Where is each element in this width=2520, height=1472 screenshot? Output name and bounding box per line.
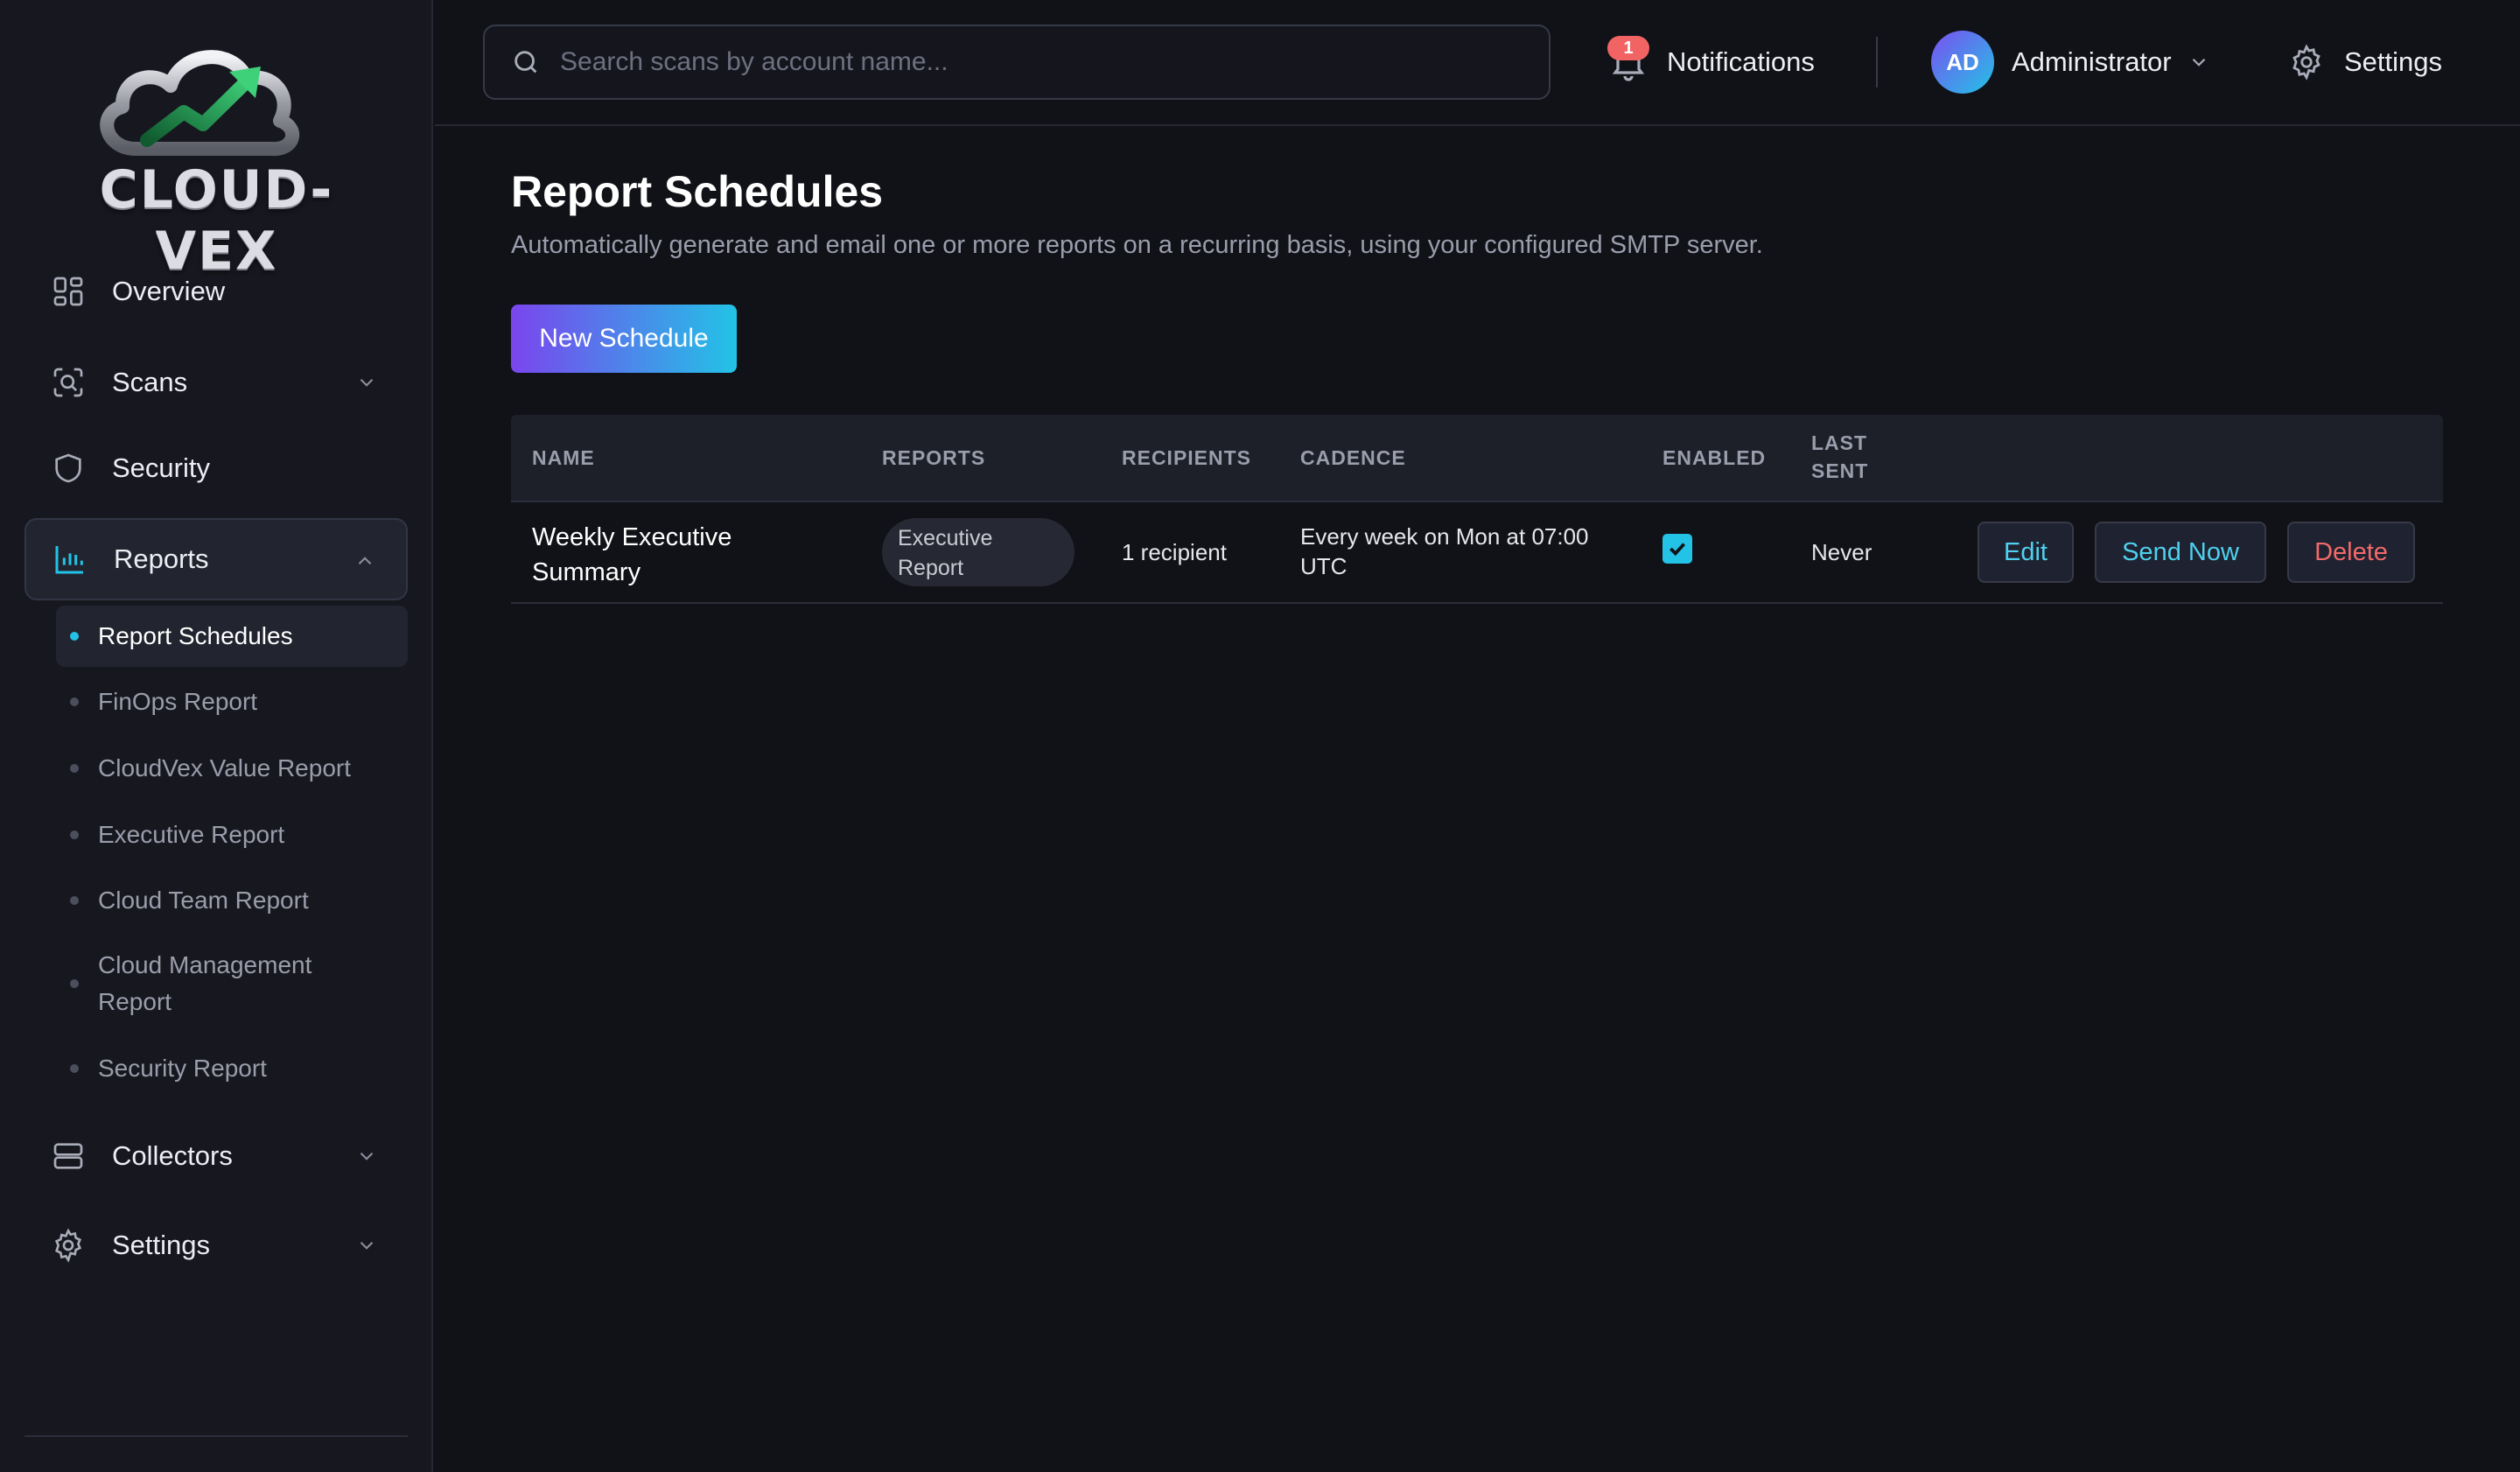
table-row: Weekly Executive Summary Executive Repor… <box>511 502 2443 604</box>
cadence-line: Every week on Mon at 07:00 <box>1300 523 1589 550</box>
schedules-table: NAME REPORTS RECIPIENTS CADENCE ENABLED … <box>511 415 2443 604</box>
tag-line: Executive <box>898 526 993 550</box>
bullet-icon <box>70 1064 79 1073</box>
user-name: Administrator <box>2012 46 2172 77</box>
sidebar: CLOUD-VEX Overview Scans Security Report… <box>0 0 433 1472</box>
chevron-up-icon <box>358 557 372 565</box>
chevron-down-icon <box>360 378 374 387</box>
app-root: CLOUD-VEX Overview Scans Security Report… <box>0 0 2520 1472</box>
cadence: Every week on Mon at 07:00 UTC <box>1300 522 1589 581</box>
subitem-label: FinOps Report <box>98 688 258 715</box>
bullet-icon <box>70 764 79 773</box>
subitem-label: Report Schedules <box>98 622 293 649</box>
sidebar-item-reports[interactable]: Reports <box>24 518 408 600</box>
gear-icon <box>2292 44 2320 81</box>
column-header-reports[interactable]: REPORTS <box>882 444 985 472</box>
search-input[interactable] <box>560 47 1522 77</box>
sidebar-divider <box>24 1435 408 1437</box>
subitem-label: CloudVex Value Report <box>98 754 351 782</box>
notification-count-badge: 1 <box>1607 36 1649 60</box>
sidebar-subitem-finops-report[interactable]: FinOps Report <box>56 683 408 720</box>
bell-icon: 1 <box>1607 36 1649 83</box>
sidebar-item-scans[interactable]: Scans <box>24 341 408 424</box>
server-icon <box>51 1139 86 1174</box>
recipients-count: 1 recipient <box>1122 539 1227 565</box>
sidebar-subitem-executive-report[interactable]: Executive Report <box>56 817 408 853</box>
sidebar-item-label: Collectors <box>112 1140 233 1171</box>
brand-logo[interactable]: CLOUD-VEX <box>44 26 389 282</box>
last-sent: Never <box>1811 539 1872 565</box>
column-header-cadence[interactable]: CADENCE <box>1300 444 1406 472</box>
sidebar-subitem-cloudvex-value-report[interactable]: CloudVex Value Report <box>56 750 408 787</box>
topbar: 1 Notifications AD Administrator Setting… <box>435 0 2520 126</box>
send-now-button[interactable]: Send Now <box>2095 522 2266 583</box>
sidebar-item-label: Settings <box>112 1230 211 1260</box>
sidebar-item-label: Reports <box>114 543 209 574</box>
new-schedule-button[interactable]: New Schedule <box>511 305 737 373</box>
checkmark-icon <box>1670 543 1685 557</box>
topbar-divider <box>1876 37 1878 88</box>
search-box[interactable] <box>483 25 1550 100</box>
header-line: LAST <box>1811 431 1868 454</box>
sidebar-item-label: Security <box>112 452 210 483</box>
settings-label: Settings <box>2344 46 2443 77</box>
sidebar-subitem-report-schedules[interactable]: Report Schedules <box>56 606 408 667</box>
schedule-name: Weekly Executive Summary <box>532 520 732 590</box>
subitem-label: Executive Report <box>98 821 285 848</box>
subitem-label: Cloud Management Report <box>98 951 312 1015</box>
cloud-logo-icon <box>100 50 300 156</box>
chevron-down-icon <box>360 1152 374 1160</box>
notifications-button[interactable]: 1 Notifications <box>1607 32 1815 93</box>
shield-icon <box>51 451 86 486</box>
sidebar-subitem-cloud-team-report[interactable]: Cloud Team Report <box>56 882 408 919</box>
scan-icon <box>51 365 86 400</box>
sidebar-subitem-cloud-management-report[interactable]: Cloud Management Report <box>56 947 345 1020</box>
settings-button[interactable]: Settings <box>2288 32 2442 93</box>
enabled-checkbox[interactable] <box>1662 534 1692 564</box>
sidebar-subitem-security-report[interactable]: Security Report <box>56 1050 408 1087</box>
sidebar-item-overview[interactable]: Overview <box>24 250 408 333</box>
sidebar-item-collectors[interactable]: Collectors <box>24 1115 408 1197</box>
bar-chart-icon <box>52 542 88 577</box>
tag-line: Report <box>898 556 964 580</box>
report-tag: Executive Report <box>882 518 1074 586</box>
column-header-name[interactable]: NAME <box>532 444 595 472</box>
name-line: Weekly Executive <box>532 523 732 551</box>
subitem-label: Security Report <box>98 1055 267 1082</box>
chevron-down-icon <box>360 1241 374 1250</box>
notifications-label: Notifications <box>1667 46 1815 77</box>
sidebar-item-security[interactable]: Security <box>24 427 408 509</box>
subitem-label: Cloud Team Report <box>98 887 309 914</box>
grid-icon <box>51 274 86 309</box>
edit-button[interactable]: Edit <box>1978 522 2074 583</box>
delete-button[interactable]: Delete <box>2287 522 2415 583</box>
column-header-enabled[interactable]: ENABLED <box>1662 444 1766 472</box>
user-menu[interactable]: AD Administrator <box>1931 30 2210 95</box>
bullet-icon <box>70 831 79 839</box>
name-line: Summary <box>532 558 641 586</box>
gear-icon <box>51 1228 86 1263</box>
page-title: Report Schedules <box>511 167 884 216</box>
bullet-icon <box>70 697 79 706</box>
search-icon <box>514 51 537 74</box>
page-subtitle: Automatically generate and email one or … <box>511 231 1763 259</box>
sidebar-item-label: Scans <box>112 367 188 397</box>
sidebar-item-label: Overview <box>112 276 226 306</box>
column-header-recipients[interactable]: RECIPIENTS <box>1122 444 1251 472</box>
table-header: NAME REPORTS RECIPIENTS CADENCE ENABLED … <box>511 415 2443 502</box>
chevron-down-icon <box>2192 58 2205 67</box>
avatar: AD <box>1931 31 1994 94</box>
cadence-line: UTC <box>1300 553 1348 579</box>
bullet-icon <box>70 896 79 905</box>
bullet-icon <box>70 979 79 988</box>
sidebar-item-settings[interactable]: Settings <box>24 1204 408 1286</box>
header-line: SENT <box>1811 459 1869 482</box>
column-header-last-sent[interactable]: LAST SENT <box>1811 429 1868 485</box>
active-dot-icon <box>70 632 79 641</box>
